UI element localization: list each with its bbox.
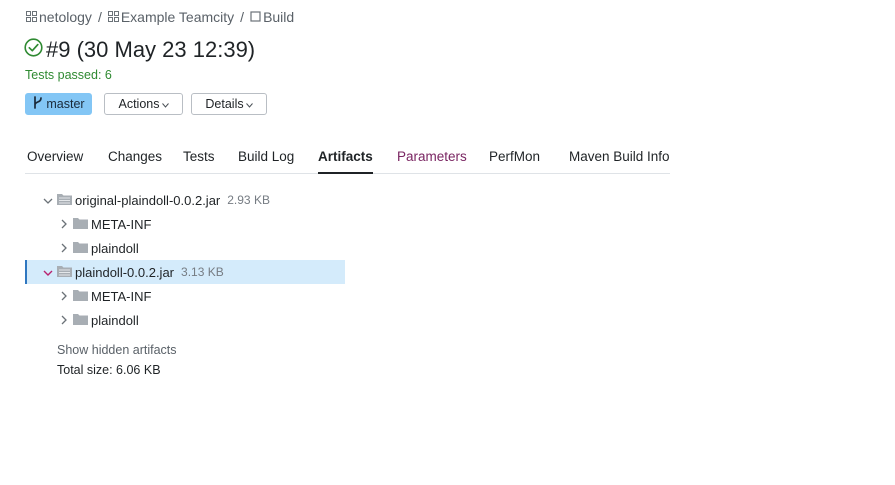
folder-icon [73, 313, 88, 328]
archive-icon [57, 265, 72, 280]
chevron-down-icon [161, 101, 169, 110]
branch-button[interactable]: master [25, 93, 92, 115]
artifact-row[interactable]: plaindoll [57, 236, 139, 260]
tab-overview[interactable]: Overview [27, 149, 83, 172]
details-dropdown-button[interactable]: Details [191, 93, 267, 115]
chevron-down-icon[interactable] [41, 193, 55, 208]
build-title: #9 (30 May 23 12:39) [46, 37, 256, 62]
artifact-row[interactable]: original-plaindoll-0.0.2.jar 2.93 KB [41, 188, 270, 212]
artifact-size: 2.93 KB [227, 193, 270, 207]
project-grid-icon [107, 9, 119, 25]
folder-icon [73, 217, 88, 232]
build-config-icon [250, 9, 261, 25]
folder-icon [73, 289, 88, 304]
tab-maven-build-info[interactable]: Maven Build Info [569, 149, 670, 172]
folder-name[interactable]: plaindoll [91, 313, 139, 328]
folder-name[interactable]: META-INF [91, 289, 151, 304]
artifact-name[interactable]: original-plaindoll-0.0.2.jar [75, 193, 220, 208]
tab-tests[interactable]: Tests [183, 149, 215, 172]
success-check-icon [24, 37, 43, 63]
breadcrumb-subproject[interactable]: Example Teamcity [121, 9, 234, 25]
page-title: #9 (30 May 23 12:39) [24, 36, 255, 64]
artifact-row-selected[interactable]: plaindoll-0.0.2.jar 3.13 KB [25, 260, 345, 284]
actions-label: Actions [118, 97, 160, 111]
breadcrumb-build-config[interactable]: Build [263, 9, 294, 25]
details-label: Details [205, 97, 244, 111]
tab-build-log[interactable]: Build Log [238, 149, 294, 172]
build-tabs: Overview Changes Tests Build Log Artifac… [25, 144, 670, 174]
show-hidden-artifacts-link[interactable]: Show hidden artifacts [57, 343, 177, 357]
actions-dropdown-button[interactable]: Actions [104, 93, 183, 115]
artifact-name[interactable]: plaindoll-0.0.2.jar [75, 265, 174, 280]
chevron-down-icon [245, 101, 253, 110]
chevron-right-icon[interactable] [57, 289, 71, 304]
artifact-row[interactable]: META-INF [57, 212, 151, 236]
tab-parameters[interactable]: Parameters [397, 149, 467, 172]
artifact-size: 3.13 KB [181, 265, 224, 279]
artifact-row[interactable]: META-INF [57, 284, 151, 308]
tab-artifacts[interactable]: Artifacts [318, 149, 373, 174]
chevron-right-icon[interactable] [57, 313, 71, 328]
tab-changes[interactable]: Changes [108, 149, 162, 172]
total-size: Total size: 6.06 KB [57, 363, 161, 377]
chevron-right-icon[interactable] [57, 241, 71, 256]
branch-label: master [46, 97, 85, 111]
chevron-right-icon[interactable] [57, 217, 71, 232]
folder-icon [73, 241, 88, 256]
archive-icon [57, 193, 72, 208]
folder-name[interactable]: plaindoll [91, 241, 139, 256]
chevron-down-icon[interactable] [41, 265, 55, 280]
breadcrumb: netology / Example Teamcity / Build [26, 8, 294, 26]
breadcrumb-project[interactable]: netology [39, 9, 92, 25]
folder-name[interactable]: META-INF [91, 217, 151, 232]
tab-perfmon[interactable]: PerfMon [489, 149, 540, 172]
project-grid-icon [26, 9, 37, 25]
branch-icon [32, 96, 46, 112]
breadcrumb-separator: / [240, 9, 245, 25]
tests-summary[interactable]: Tests passed: 6 [25, 68, 112, 82]
breadcrumb-separator: / [97, 9, 102, 25]
artifact-row[interactable]: plaindoll [57, 308, 139, 332]
